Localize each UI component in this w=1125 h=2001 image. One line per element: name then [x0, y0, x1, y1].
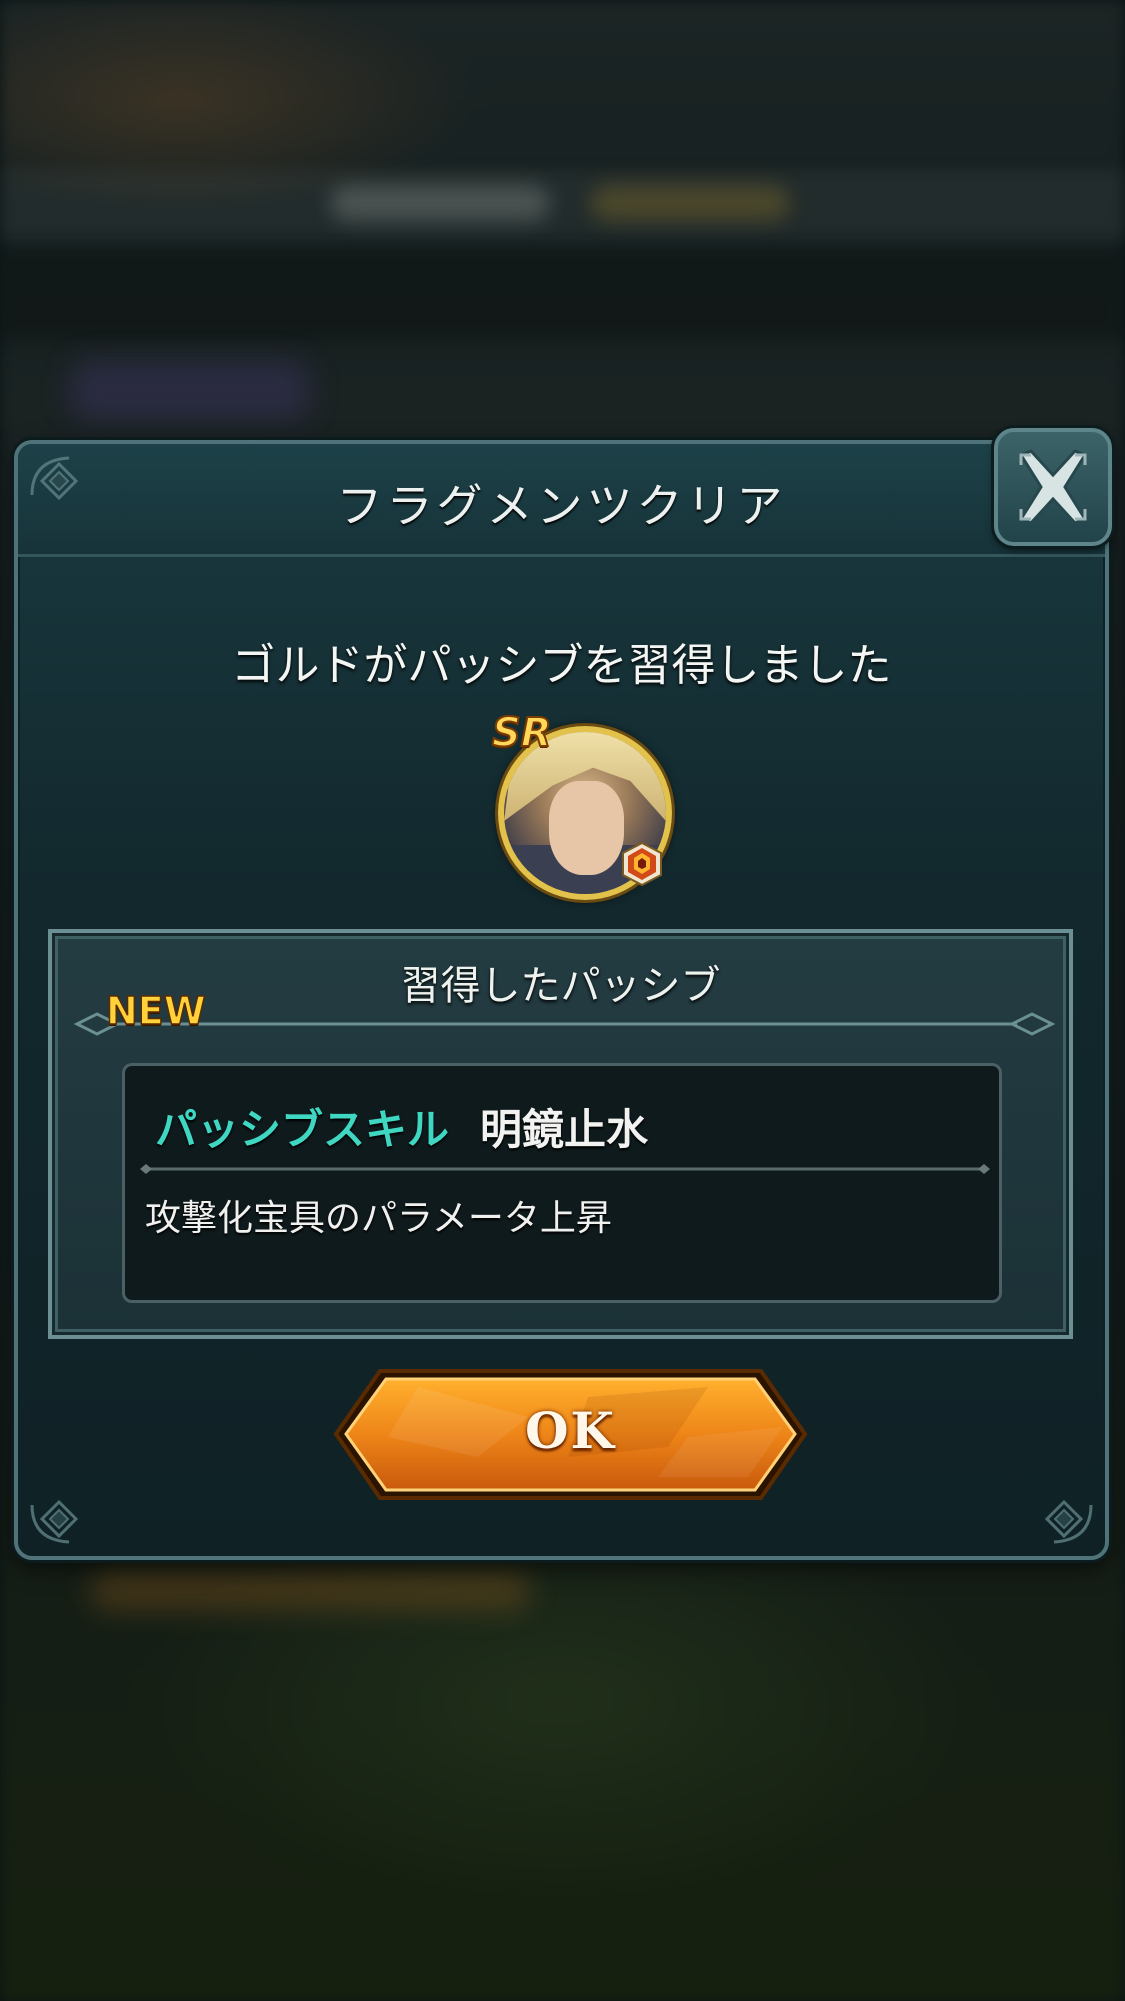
corner-ornament-icon	[30, 1499, 79, 1544]
dialog-header: フラグメンツクリア	[18, 444, 1105, 557]
character-icon: SR	[486, 706, 672, 900]
background-blur	[90, 1570, 530, 1610]
skill-separator	[140, 1164, 990, 1174]
background-blur	[590, 185, 790, 221]
new-badge: NEW	[105, 988, 206, 1034]
skill-type-label: パッシブスキル	[155, 1105, 450, 1154]
background-strip	[0, 170, 1125, 240]
corner-ornament-icon	[30, 456, 79, 501]
panel-divider	[73, 1012, 1056, 1036]
close-button[interactable]	[994, 428, 1112, 546]
fire-element-icon	[622, 841, 662, 887]
passive-learned-message: ゴルドがパッシブを習得しました	[231, 640, 892, 691]
screen-root: { "dialog": { "title": "フラグメンツクリア", "mes…	[0, 0, 1125, 2001]
ok-button[interactable]: OK	[328, 1367, 813, 1502]
skill-box: パッシブスキル 明鏡止水 攻撃化宝具のパラメータ上昇	[122, 1063, 1002, 1303]
background-blur	[330, 185, 550, 221]
close-icon	[1018, 449, 1088, 525]
skill-name: 明鏡止水	[480, 1105, 649, 1154]
rarity-badge: SR	[491, 709, 553, 757]
corner-ornament-icon	[1044, 1499, 1093, 1544]
background-strip	[0, 250, 1125, 340]
ok-button-label: OK	[524, 1401, 616, 1460]
background-blur	[70, 360, 310, 420]
skill-description: 攻撃化宝具のパラメータ上昇	[145, 1198, 612, 1239]
dialog-title: フラグメンツクリア	[336, 479, 787, 533]
fragments-clear-dialog: フラグメンツクリア ゴルドがパッシブを習得しました SR 習得したパッシブ パッ…	[14, 440, 1109, 1560]
